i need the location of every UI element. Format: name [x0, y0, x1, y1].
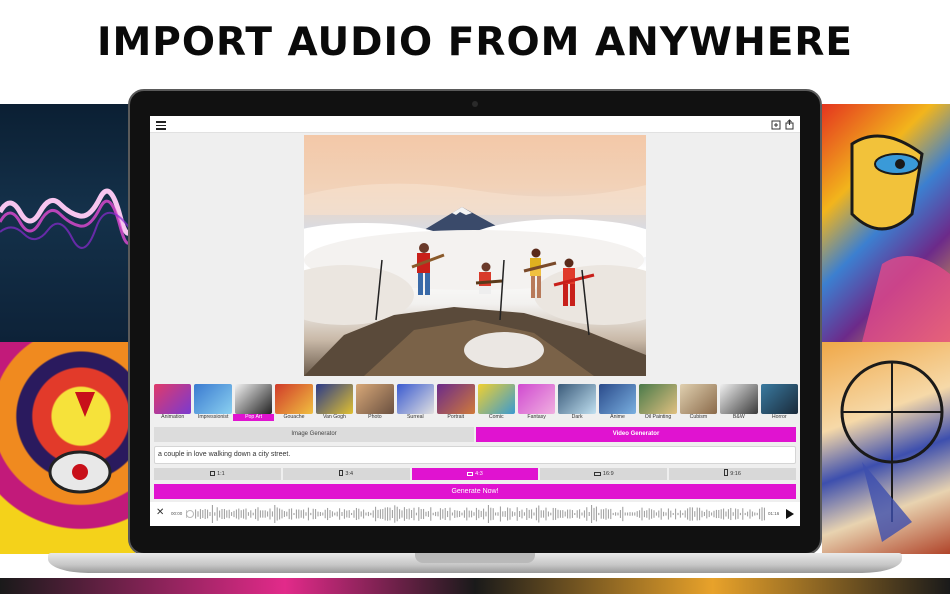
generate-now-button[interactable]: Generate Now! [154, 484, 796, 499]
hamburger-menu-icon[interactable] [156, 121, 166, 130]
style-label: Gouache [283, 414, 305, 420]
background-art-right-bottom [822, 342, 950, 554]
style-thumbnail [154, 384, 192, 414]
style-thumbnail [760, 384, 798, 414]
aspect-ratio-selector: 1:1 3:4 4:3 16:9 9:16 [154, 468, 796, 480]
laptop-camera [472, 101, 478, 107]
style-label: Dark [571, 414, 583, 420]
aspect-ratio-icon [467, 472, 474, 476]
style-option[interactable]: Dark [558, 384, 596, 421]
aspect-ratio-option[interactable]: 9:16 [669, 468, 796, 480]
aspect-ratio-label: 4:3 [475, 471, 483, 477]
aspect-ratio-label: 9:16 [730, 471, 741, 477]
headline: IMPORT AUDIO FROM ANYWHERE [96, 20, 854, 65]
style-selector: Animation Impressionist Pop Art Gouache Van … [154, 384, 798, 421]
close-icon[interactable]: ✕ [156, 508, 164, 518]
app-screen: Animation Impressionist Pop Art Gouache Van … [150, 116, 800, 526]
current-time: 00:00 [171, 511, 183, 516]
playback-scrubber[interactable] [186, 510, 194, 518]
style-option[interactable]: Pop Art [232, 384, 275, 421]
style-option[interactable]: Animation [154, 384, 192, 421]
style-option[interactable]: Gouache [275, 384, 313, 421]
style-label: Horror [771, 414, 787, 420]
style-thumbnail [477, 384, 515, 414]
image-generator-tab[interactable]: Image Generator [154, 427, 474, 442]
style-option[interactable]: Fantasy [517, 384, 556, 421]
prompt-input[interactable]: a couple in love walking down a city str… [154, 446, 796, 464]
style-option[interactable]: Oil Painting [639, 384, 677, 421]
style-thumbnail [598, 384, 637, 414]
style-option[interactable]: Horror [760, 384, 798, 421]
style-label: Van Gogh [322, 414, 346, 420]
style-label: Pop Art [232, 414, 275, 421]
style-label: Fantasy [527, 414, 546, 420]
style-label: Oil Painting [644, 414, 672, 420]
aspect-ratio-label: 1:1 [217, 471, 225, 477]
style-option[interactable]: Impressionist [194, 384, 232, 421]
generated-image-preview [304, 135, 646, 376]
style-option[interactable]: Anime [598, 384, 637, 421]
style-label: Impressionist [197, 414, 229, 420]
style-thumbnail [356, 384, 394, 414]
style-option[interactable]: Surreal [396, 384, 435, 421]
style-option[interactable]: B&W [720, 384, 758, 421]
add-image-icon[interactable] [771, 119, 782, 130]
style-label: Photo [368, 414, 382, 420]
background-art-left-bottom [0, 342, 135, 554]
style-thumbnail [275, 384, 313, 414]
style-thumbnail [315, 384, 354, 414]
video-generator-tab[interactable]: Video Generator [476, 427, 796, 442]
aspect-ratio-icon [724, 469, 729, 476]
top-toolbar [150, 116, 800, 133]
aspect-ratio-icon [339, 470, 344, 476]
background-art-left-top [0, 104, 135, 342]
audio-player: ✕ 00:00 01:16 [150, 502, 800, 526]
style-thumbnail [194, 384, 232, 414]
audio-waveform[interactable] [186, 505, 766, 523]
style-thumbnail [558, 384, 596, 414]
style-option[interactable]: Photo [356, 384, 394, 421]
background-art-right-top [822, 104, 950, 342]
style-thumbnail [720, 384, 758, 414]
style-option[interactable]: Cubism [679, 384, 718, 421]
style-thumbnail [639, 384, 677, 414]
style-label: Animation [161, 414, 185, 420]
play-icon[interactable] [786, 509, 794, 519]
aspect-ratio-option[interactable]: 1:1 [154, 468, 281, 480]
aspect-ratio-option[interactable]: 3:4 [282, 468, 410, 480]
aspect-ratio-option[interactable]: 16:9 [540, 468, 668, 480]
style-label: Cubism [689, 414, 708, 420]
style-option[interactable]: Comic [477, 384, 515, 421]
style-label: Surreal [406, 414, 424, 420]
style-thumbnail [234, 384, 273, 414]
aspect-ratio-label: 16:9 [602, 471, 614, 477]
style-label: B&W [732, 414, 745, 420]
style-option[interactable]: Van Gogh [315, 384, 354, 421]
aspect-ratio-icon [593, 472, 601, 476]
style-thumbnail [679, 384, 718, 414]
style-label: Portrait [447, 414, 465, 420]
style-option[interactable]: Portrait [437, 384, 475, 421]
aspect-ratio-icon [210, 471, 216, 476]
style-thumbnail [517, 384, 556, 414]
share-icon[interactable] [784, 119, 795, 130]
style-label: Comic [488, 414, 504, 420]
total-time: 01:16 [768, 511, 780, 516]
mode-toggle: Image Generator Video Generator [154, 427, 796, 442]
aspect-ratio-label: 3:4 [345, 471, 354, 477]
laptop-notch [415, 553, 535, 563]
background-art-strip [0, 578, 950, 594]
style-thumbnail [437, 384, 475, 414]
aspect-ratio-option[interactable]: 4:3 [411, 468, 539, 480]
style-thumbnail [396, 384, 435, 414]
style-label: Anime [610, 414, 625, 420]
